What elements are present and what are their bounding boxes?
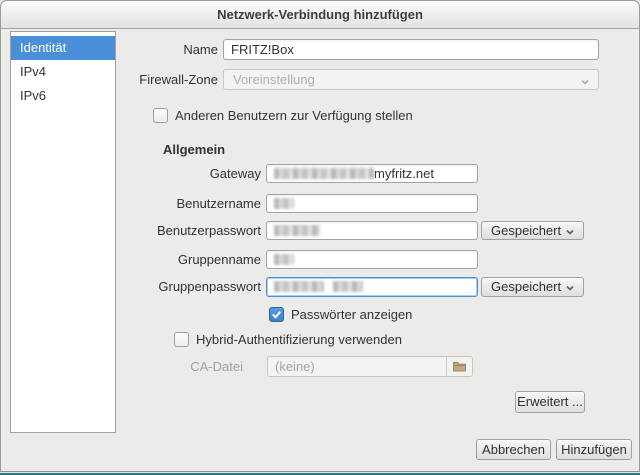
user-password-label: Benutzerpasswort [1,221,261,240]
name-label: Name [1,39,218,60]
redacted-text [333,281,363,292]
hybrid-auth-label: Hybrid-Authentifizierung verwenden [196,332,402,347]
ca-file-label: CA-Datei [1,356,243,377]
redacted-text [274,281,324,292]
add-network-connection-dialog: Netzwerk-Verbindung hinzufügen Identität… [0,0,640,472]
group-password-label: Gruppenpasswort [1,277,261,297]
ca-file-value: (keine) [275,359,315,374]
screen: Netzwerk-Verbindung hinzufügen Identität… [0,0,640,475]
dialog-title: Netzwerk-Verbindung hinzufügen [1,1,639,28]
show-passwords-label: Passwörter anzeigen [291,307,412,322]
ca-file-browse-button [446,357,472,376]
user-password-store-value: Gespeichert [491,223,561,238]
gateway-visible-suffix: myfritz.net [374,166,434,181]
advanced-button[interactable]: Erweitert ... [515,391,585,413]
checkmark-icon [271,309,282,320]
group-password-store-value: Gespeichert [491,279,561,294]
redacted-text [274,254,294,265]
share-with-others-label: Anderen Benutzern zur Verfügung stellen [175,108,413,123]
user-password-store-select[interactable]: Gespeichert [481,221,584,240]
chevron-down-icon [564,281,576,299]
firewall-zone-label: Firewall-Zone [1,69,218,90]
gateway-input[interactable]: myfritz.net [266,164,478,183]
titlebar[interactable]: Netzwerk-Verbindung hinzufügen [1,1,639,29]
group-name-label: Gruppenname [1,250,261,269]
chevron-down-icon [564,225,576,242]
firewall-zone-select: Voreinstellung [223,69,599,90]
firewall-zone-value: Voreinstellung [233,72,315,87]
username-label: Benutzername [1,194,261,213]
redacted-text [274,168,374,179]
username-input[interactable] [266,194,478,213]
group-password-store-select[interactable]: Gespeichert [481,277,584,297]
section-title-allgemein: Allgemein [163,142,225,157]
add-button[interactable]: Hinzufügen [556,439,632,460]
group-password-input[interactable] [266,277,478,297]
group-name-input[interactable] [266,250,478,269]
chevron-down-icon [579,74,591,93]
name-input[interactable]: FRITZ!Box [223,39,599,60]
cancel-button[interactable]: Abbrechen [476,439,551,460]
gateway-label: Gateway [1,164,261,183]
name-value: FRITZ!Box [231,42,294,57]
redacted-text [274,225,320,236]
show-passwords-checkbox[interactable] [269,307,284,322]
ca-file-chooser: (keine) [267,356,473,377]
share-with-others-checkbox[interactable] [153,108,168,123]
hybrid-auth-checkbox[interactable] [174,332,189,347]
user-password-input[interactable] [266,221,478,240]
folder-icon [453,361,466,372]
redacted-text [274,198,294,209]
